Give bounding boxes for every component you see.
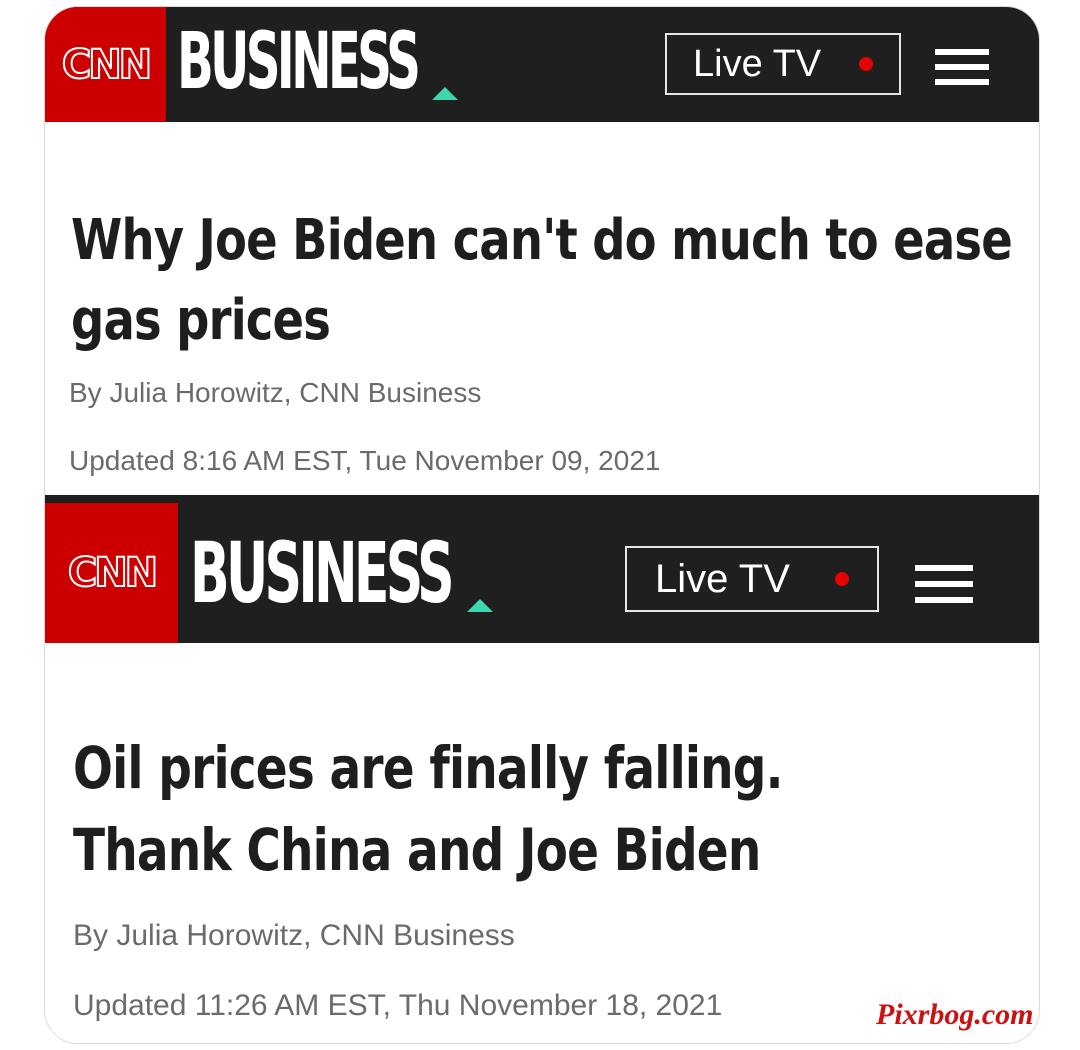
hamburger-menu-icon[interactable] bbox=[935, 49, 989, 85]
article-panel-2: CNN BUSINESS Live TV Oil prices are fina… bbox=[45, 495, 1039, 1043]
menu-bar-1 bbox=[935, 49, 989, 55]
cnn-logo-text: CNN bbox=[67, 549, 159, 597]
menu-bar-2 bbox=[935, 64, 989, 70]
hamburger-menu-icon[interactable] bbox=[915, 565, 973, 603]
live-tv-label: Live TV bbox=[655, 556, 790, 601]
menu-bar-3 bbox=[915, 597, 973, 603]
panel-separator bbox=[45, 495, 1039, 503]
menu-bar-3 bbox=[935, 79, 989, 85]
article-updated-timestamp: Updated 8:16 AM EST, Tue November 09, 20… bbox=[69, 445, 661, 476]
site-header: CNN BUSINESS Live TV bbox=[45, 503, 1039, 643]
menu-bar-2 bbox=[915, 581, 973, 587]
article-headline: Why Joe Biden can't do much to ease gas … bbox=[71, 201, 1013, 361]
business-wordmark: BUSINESS bbox=[190, 524, 455, 622]
triangle-accent-icon bbox=[467, 599, 493, 612]
article-updated-timestamp: Updated 11:26 AM EST, Thu November 18, 2… bbox=[73, 989, 723, 1022]
live-indicator-icon bbox=[835, 572, 849, 586]
live-tv-button[interactable]: Live TV bbox=[665, 33, 901, 95]
cnn-logo[interactable]: CNN bbox=[45, 503, 178, 643]
live-tv-button[interactable]: Live TV bbox=[625, 546, 879, 612]
cnn-logo-text: CNN bbox=[61, 41, 153, 89]
headline-line-1: Why Joe Biden can't do much to ease bbox=[71, 208, 1013, 273]
article-byline: By Julia Horowitz, CNN Business bbox=[73, 919, 515, 952]
article-headline: Oil prices are finally falling. Thank Ch… bbox=[73, 727, 783, 891]
article-byline: By Julia Horowitz, CNN Business bbox=[69, 377, 482, 408]
headline-line-1: Oil prices are finally falling. bbox=[73, 734, 783, 802]
menu-bar-1 bbox=[915, 565, 973, 571]
live-indicator-icon bbox=[859, 57, 873, 71]
site-header: CNN BUSINESS Live TV bbox=[45, 7, 1039, 122]
screenshot-frame: CNN BUSINESS Live TV Why Joe Biden can't… bbox=[44, 6, 1040, 1044]
headline-line-2: Thank China and Joe Biden bbox=[73, 816, 761, 884]
headline-line-2: gas prices bbox=[71, 288, 331, 353]
article-panel-1: CNN BUSINESS Live TV Why Joe Biden can't… bbox=[45, 7, 1039, 495]
watermark: Pixrbog.com bbox=[876, 998, 1034, 1031]
live-tv-label: Live TV bbox=[693, 42, 822, 85]
business-wordmark: BUSINESS bbox=[177, 17, 421, 107]
triangle-accent-icon bbox=[432, 87, 458, 100]
cnn-logo[interactable]: CNN bbox=[45, 7, 166, 122]
